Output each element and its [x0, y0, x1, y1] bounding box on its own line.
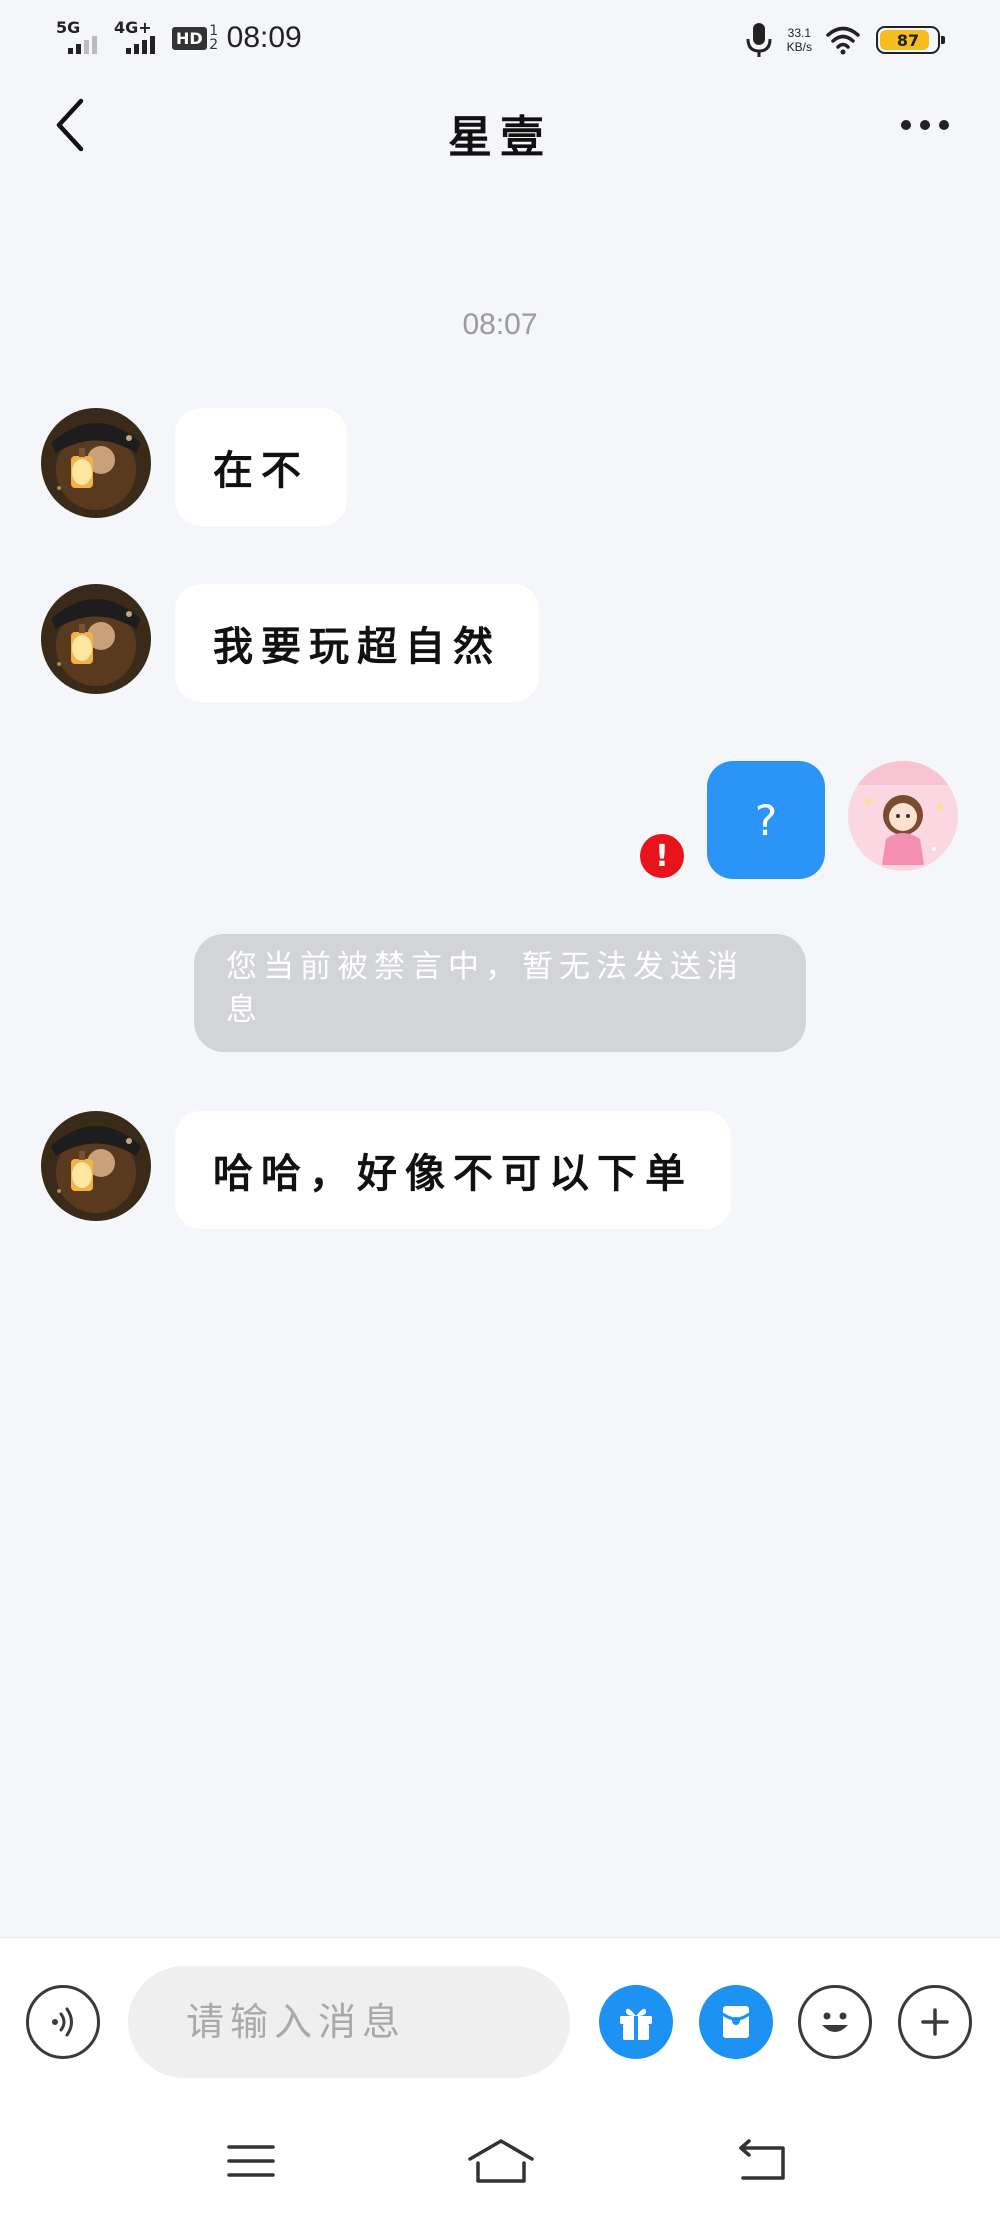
gift-button[interactable]: [599, 1985, 673, 2059]
contact-avatar[interactable]: [41, 584, 151, 694]
wifi-icon: [826, 26, 860, 55]
contact-avatar[interactable]: [41, 408, 151, 518]
incoming-message-bubble[interactable]: 我要玩超自然: [175, 584, 539, 702]
status-bar: 5G 4G+ HD 1 2 08:09 33.1 KB/s 87: [0, 0, 1000, 75]
outgoing-message-bubble[interactable]: ?: [707, 761, 825, 879]
home-icon: [468, 2139, 534, 2183]
net-speed-unit: KB/s: [786, 40, 812, 54]
gift-icon: [620, 2008, 652, 2040]
more-dot-icon: [920, 120, 930, 130]
mic-icon: [746, 23, 772, 57]
battery-icon: 87: [876, 26, 945, 54]
hd-sub-bottom: 2: [209, 37, 219, 53]
hd-icon: HD: [172, 26, 207, 50]
signal-5g-label: 5G: [56, 18, 81, 37]
signal-4g-icon: 4G+: [114, 18, 160, 58]
message-input[interactable]: [128, 1966, 570, 2078]
my-avatar[interactable]: [848, 761, 958, 871]
status-left: 5G 4G+ HD 1 2 08:09: [56, 18, 302, 58]
send-failed-icon[interactable]: !: [640, 834, 684, 878]
nav-home-button[interactable]: [456, 2131, 546, 2191]
input-bar: [0, 1937, 1000, 2108]
voice-icon: [52, 2007, 73, 2037]
red-packet-icon: [722, 2006, 750, 2038]
nav-menu-button[interactable]: [206, 2131, 296, 2191]
nav-back-button[interactable]: [718, 2131, 808, 2191]
net-speed-value: 33.1: [787, 26, 811, 40]
back-arrow-icon: [739, 2139, 785, 2180]
voice-button[interactable]: [26, 1985, 100, 2059]
plus-icon: [921, 2008, 949, 2036]
status-time: 08:09: [226, 21, 302, 54]
more-dot-icon: [939, 120, 949, 130]
net-speed: 33.1 KB/s: [787, 26, 812, 54]
message-timestamp: 08:07: [462, 308, 538, 341]
chat-header: 星壹: [0, 75, 1000, 180]
signal-5g-icon: 5G: [56, 18, 102, 58]
status-right: 33.1 KB/s 87: [745, 20, 945, 60]
incoming-message-bubble[interactable]: 哈哈，好像不可以下单: [175, 1111, 731, 1229]
contact-avatar[interactable]: [41, 1111, 151, 1221]
emoji-button[interactable]: [798, 1985, 872, 2059]
signal-4g-label: 4G+: [114, 18, 152, 37]
red-packet-button[interactable]: [699, 1985, 773, 2059]
battery-percent: 87: [896, 30, 920, 50]
menu-icon: [227, 2145, 275, 2177]
hd-sub-label: 1 2: [209, 24, 219, 52]
incoming-message-bubble[interactable]: 在不: [175, 408, 347, 526]
more-button[interactable]: [890, 103, 960, 147]
emoji-icon: [822, 2012, 848, 2032]
system-nav-bar: [0, 2107, 1000, 2222]
chat-title: 星壹: [448, 112, 552, 163]
system-notice: 您当前被禁言中，暂无法发送消息: [194, 934, 806, 1052]
more-dot-icon: [901, 120, 911, 130]
more-actions-button[interactable]: [898, 1985, 972, 2059]
